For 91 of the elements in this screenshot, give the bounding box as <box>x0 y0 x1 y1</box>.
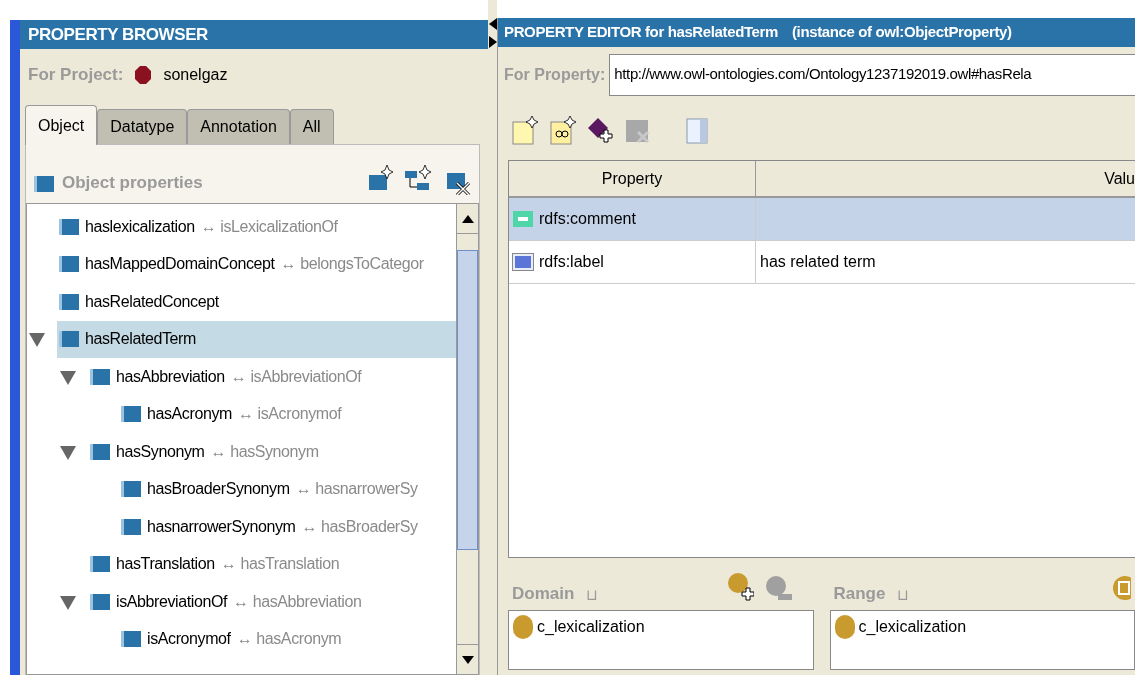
property-name: haslexicalization <box>85 216 195 237</box>
union-symbol: ⊔ <box>897 584 910 605</box>
class-item[interactable]: c_lexicalization <box>858 615 967 639</box>
table-row[interactable]: rdfs:label has related term <box>509 241 1135 284</box>
delete-property-icon[interactable] <box>447 171 471 195</box>
tab[interactable]: Annotation <box>187 109 290 144</box>
tree-item[interactable]: hasRelatedConcept <box>57 283 456 321</box>
tree-item[interactable]: hasAbbreviation ↔ isAbbreviationOf <box>88 358 456 396</box>
panel-title: PROPERTY EDITOR for hasRelatedTerm <box>504 22 778 43</box>
column-header[interactable]: Valu <box>756 161 1135 196</box>
table-cell-text: rdfs:comment <box>539 209 636 229</box>
inverse-property: ↔ isLexicalizationOf <box>200 216 338 237</box>
tree-item[interactable]: hasnarrowerSynonym ↔ hasBroaderSy <box>119 508 456 546</box>
property-name: isAbbreviationOf <box>116 591 227 612</box>
property-icon <box>90 368 110 385</box>
expanded-triangle-icon[interactable] <box>29 331 45 348</box>
property-name: hasTranslation <box>116 554 215 575</box>
property-icon <box>121 481 141 498</box>
property-name: hasMappedDomainConcept <box>85 254 275 275</box>
property-icon <box>90 556 110 573</box>
add-class-icon[interactable] <box>727 572 754 602</box>
property-name: hasRelatedTerm <box>85 329 196 350</box>
property-name: hasnarrowerSynonym <box>147 516 296 537</box>
section-label: Range <box>833 582 886 605</box>
property-icon <box>59 218 79 235</box>
property-name: hasRelatedConcept <box>85 291 219 312</box>
panel-title: PROPERTY BROWSER <box>28 23 208 46</box>
property-name: hasAcronym <box>147 404 232 425</box>
inverse-property: ↔ isAbbreviationOf <box>230 366 362 387</box>
tab[interactable]: Datatype <box>97 109 188 144</box>
property-icon <box>121 518 141 535</box>
add-value-icon[interactable] <box>588 116 614 146</box>
property-icon <box>121 406 141 423</box>
property-name: hasSynonym <box>116 441 205 462</box>
class-icon <box>834 615 855 639</box>
property-icon <box>59 331 79 348</box>
scroll-up-icon[interactable] <box>461 214 474 223</box>
inverse-property: ↔ hasAcronym <box>236 629 342 650</box>
scroll-down-icon[interactable] <box>461 655 474 664</box>
tab[interactable]: All <box>289 109 334 144</box>
property-name: hasBroaderSynonym <box>147 479 290 500</box>
project-icon <box>135 66 152 84</box>
property-name: isAcronymof <box>147 629 231 650</box>
union-symbol: ⊔ <box>586 584 599 605</box>
label-icon <box>513 254 533 270</box>
inverse-property: ↔ isAcronymof <box>237 404 342 425</box>
panel-subtitle: (instance of owl:ObjectProperty) <box>792 22 1012 43</box>
expanded-triangle-icon[interactable] <box>60 368 76 385</box>
tree-item[interactable]: haslexicalization ↔ isLexicalizationOf <box>57 208 456 246</box>
inverse-property: ↔ hasSynonym <box>210 441 319 462</box>
inverse-property: ↔ hasTranslation <box>220 554 340 575</box>
tree-item[interactable]: hasTranslation ↔ hasTranslation <box>88 545 456 583</box>
table-cell-text: has related term <box>760 252 876 272</box>
table-cell-text: rdfs:label <box>539 252 604 272</box>
class-item[interactable]: c_lexicalization <box>537 615 645 639</box>
section-label: Domain <box>512 582 575 605</box>
tree-item[interactable]: hasRelatedTerm <box>57 320 456 358</box>
expanded-triangle-icon[interactable] <box>60 593 76 610</box>
property-uri-field[interactable]: http://www.owl-ontologies.com/Ontology1237192019.owl#hasRela <box>609 53 1135 96</box>
vertical-scrollbar[interactable] <box>456 204 478 674</box>
section-title: Object properties <box>62 171 203 194</box>
inverse-property: ↔ hasnarrowerSy <box>295 479 418 500</box>
new-note-icon[interactable] <box>512 116 538 146</box>
property-icon <box>121 631 141 648</box>
project-label: For Project: <box>28 64 124 87</box>
comment-icon <box>513 211 533 227</box>
project-name: sonelgaz <box>163 65 228 85</box>
property-name: hasAbbreviation <box>116 366 225 387</box>
inverse-property: ↔ hasBroaderSy <box>301 516 418 537</box>
property-icon <box>90 593 110 610</box>
property-icon <box>90 443 110 460</box>
property-icon <box>59 256 79 273</box>
new-document-icon[interactable] <box>550 116 576 146</box>
inverse-property: ↔ hasAbbreviation <box>233 591 362 612</box>
column-header[interactable]: Property <box>509 161 756 196</box>
tree-item[interactable]: hasAcronym ↔ isAcronymof <box>119 395 456 433</box>
tab[interactable]: Object <box>25 105 98 145</box>
expanded-triangle-icon[interactable] <box>60 443 76 460</box>
property-icon <box>34 176 54 192</box>
tree-item[interactable]: hasMappedDomainConcept ↔ belongsToCategor <box>57 245 456 283</box>
property-icon <box>59 293 79 310</box>
create-property-icon[interactable] <box>369 165 393 191</box>
create-subproperty-icon[interactable] <box>405 165 431 191</box>
inverse-property: ↔ belongsToCategor <box>280 254 424 275</box>
for-property-label: For Property: <box>504 64 606 85</box>
tree-item[interactable]: isAcronymof ↔ hasAcronym <box>119 620 456 658</box>
class-icon <box>513 615 533 639</box>
tree-item[interactable]: hasBroaderSynonym ↔ hasnarrowerSy <box>119 470 456 508</box>
tree-item[interactable]: hasSynonym ↔ hasSynonym <box>88 433 456 471</box>
table-row[interactable]: rdfs:comment <box>509 198 1135 241</box>
tree-item[interactable]: isAbbreviationOf ↔ hasAbbreviation <box>88 583 456 621</box>
